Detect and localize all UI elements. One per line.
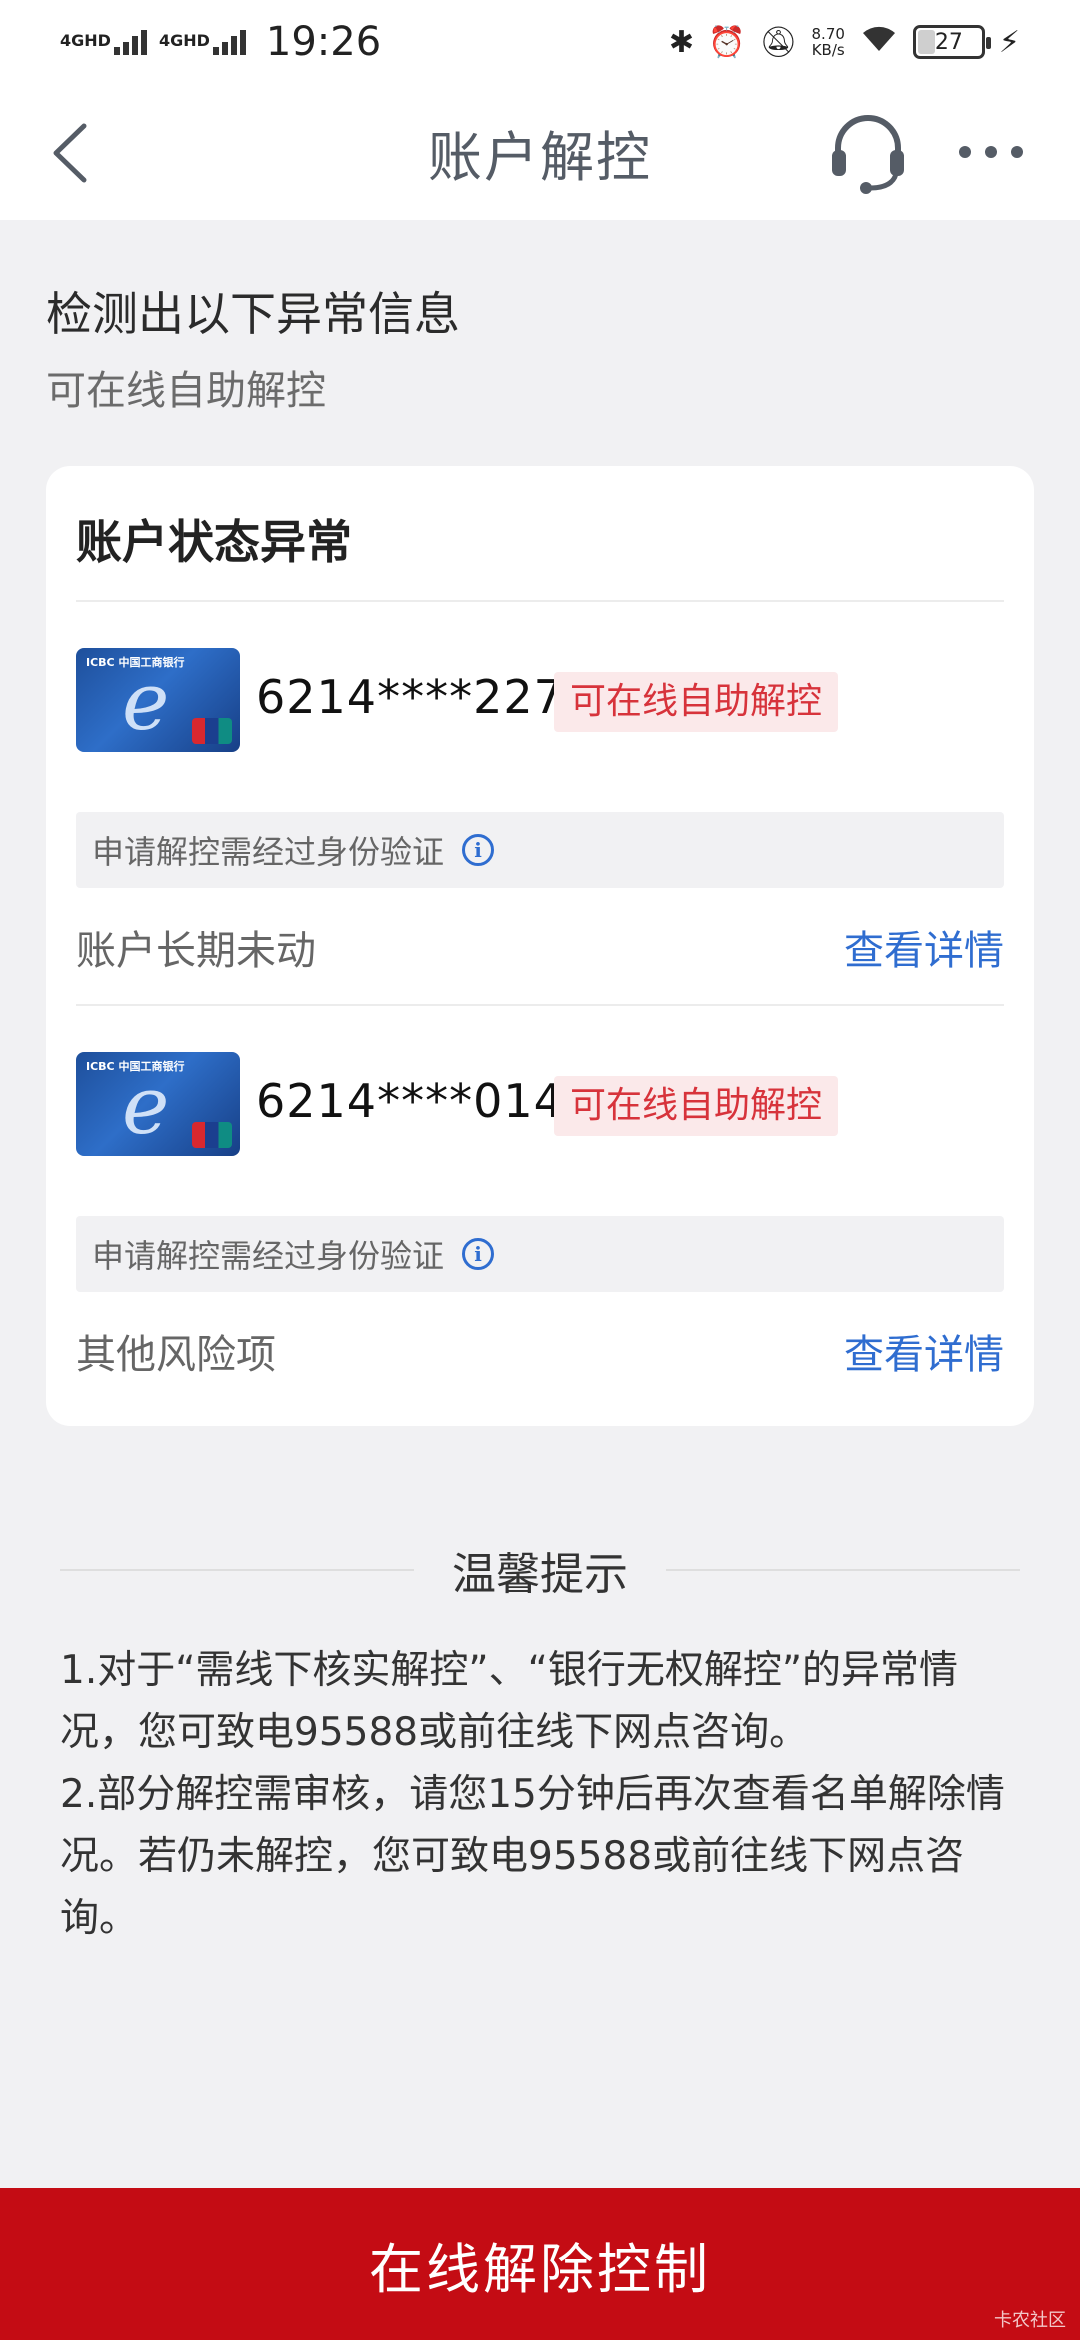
divider bbox=[76, 600, 1004, 602]
unionpay-logo bbox=[192, 718, 232, 744]
unionpay-logo bbox=[192, 1122, 232, 1148]
section-heading: 检测出以下异常信息 bbox=[46, 287, 460, 341]
signal-strength-icon-2: 4GHD bbox=[159, 29, 246, 55]
info-icon[interactable]: i bbox=[462, 1238, 495, 1270]
status-time: 19:26 bbox=[265, 19, 382, 65]
status-indicators: ✱ ⏰ 🔕︎ 8.70 KB/s 27 ⚡︎ bbox=[669, 23, 1020, 61]
account-number: 6214****2274 bbox=[256, 670, 595, 724]
tip-item: 1.对于“需线下核实解控”、“银行无权解控”的异常情况，您可致电95588或前往… bbox=[60, 1648, 959, 1755]
wifi-icon bbox=[859, 23, 899, 61]
account-item: ICBC 中国工商银行 e 6214****0146 可在线自助解控 申请解控需… bbox=[76, 1052, 1004, 1392]
status-bar: 4GHD 4GHD 19:26 ✱ ⏰ 🔕︎ 8.70 KB/s 27 ⚡︎ bbox=[0, 0, 1080, 84]
card-title: 账户状态异常 bbox=[76, 515, 352, 569]
page-title: 账户解控 bbox=[428, 125, 652, 189]
account-item: ICBC 中国工商银行 e 6214****2274 可在线自助解控 申请解控需… bbox=[76, 648, 1004, 1038]
charging-icon: ⚡︎ bbox=[998, 24, 1020, 60]
divider bbox=[666, 1569, 1020, 1571]
account-number: 6214****0146 bbox=[256, 1074, 595, 1128]
unlock-online-button[interactable]: 在线解除控制 bbox=[0, 2188, 1080, 2340]
alarm-icon: ⏰ bbox=[708, 24, 746, 60]
risk-reason: 账户长期未动 bbox=[76, 928, 316, 974]
battery-icon: 27 bbox=[912, 25, 991, 59]
risk-reason: 其他风险项 bbox=[76, 1332, 276, 1378]
network-speed: 8.70 KB/s bbox=[811, 25, 845, 59]
abnormal-status-card: 账户状态异常 ICBC 中国工商银行 e 6214****2274 可在线自助解… bbox=[46, 466, 1034, 1426]
bluetooth-icon: ✱ bbox=[668, 24, 695, 60]
verify-note: 申请解控需经过身份验证 i bbox=[76, 812, 1004, 888]
bank-card-image: ICBC 中国工商银行 e bbox=[76, 648, 240, 752]
view-details-link[interactable]: 查看详情 bbox=[844, 918, 1004, 976]
section-subtitle: 可在线自助解控 bbox=[46, 368, 326, 414]
bank-card-image: ICBC 中国工商银行 e bbox=[76, 1052, 240, 1156]
mute-icon: 🔕︎ bbox=[759, 24, 798, 60]
chevron-left-icon[interactable] bbox=[44, 118, 104, 188]
info-icon[interactable]: i bbox=[462, 834, 495, 866]
view-details-link[interactable]: 查看详情 bbox=[844, 1322, 1004, 1380]
tips-content: 1.对于“需线下核实解控”、“银行无权解控”的异常情况，您可致电95588或前往… bbox=[60, 1640, 1022, 1950]
status-badge: 可在线自助解控 bbox=[554, 1076, 839, 1136]
divider bbox=[76, 1004, 1004, 1006]
watermark: 卡农社区 bbox=[994, 2310, 1066, 2331]
headset-icon[interactable] bbox=[828, 110, 908, 194]
signal-strength-icon: 4GHD bbox=[60, 29, 147, 55]
verify-note: 申请解控需经过身份验证 i bbox=[76, 1216, 1004, 1292]
status-badge: 可在线自助解控 bbox=[554, 672, 839, 732]
more-dots-icon[interactable] bbox=[956, 134, 1026, 170]
tip-item: 2.部分解控需审核，请您15分钟后再次查看名单解除情况。若仍未解控，您可致电95… bbox=[60, 1772, 1005, 1941]
nav-bar: 账户解控 bbox=[0, 84, 1080, 220]
